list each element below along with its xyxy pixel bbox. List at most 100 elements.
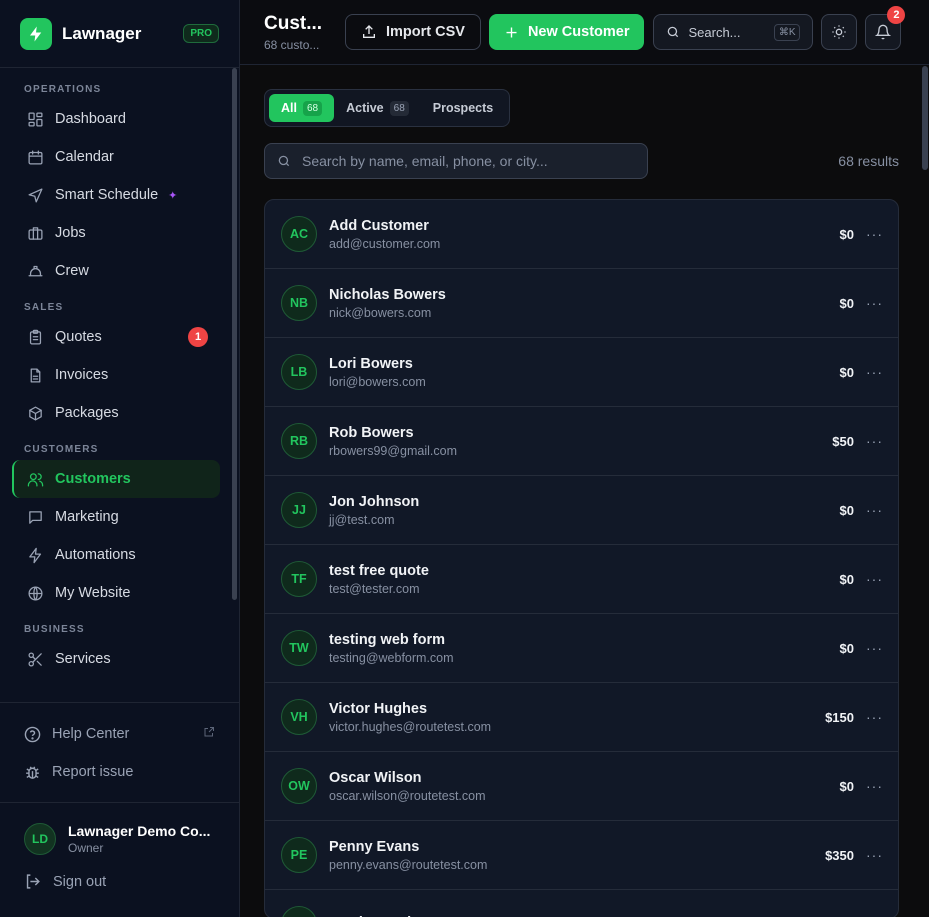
table-row[interactable]: VH Victor Hughes victor.hughes@routetest… xyxy=(265,683,898,752)
more-options-icon[interactable]: ··· xyxy=(866,295,882,311)
sidebar-scrollbar[interactable] xyxy=(232,68,237,600)
section-label: BUSINESS xyxy=(24,624,85,635)
external-link-icon xyxy=(203,726,215,742)
customer-balance: $50 xyxy=(832,433,854,449)
avatar: NB xyxy=(281,285,317,321)
table-row[interactable]: TW testing web form testing@webform.com … xyxy=(265,614,898,683)
report-issue-link[interactable]: Report issue xyxy=(0,753,239,791)
dashboard-icon xyxy=(26,110,44,128)
lightning-logo-icon[interactable] xyxy=(20,17,52,50)
table-row[interactable]: AC Add Customer add@customer.com $0 ··· xyxy=(265,200,898,269)
results-count: 68 results xyxy=(838,153,899,169)
more-options-icon[interactable]: ··· xyxy=(866,226,882,242)
avatar: OW xyxy=(281,768,317,804)
tab-all[interactable]: All 68 xyxy=(269,94,335,122)
customer-balance: $0 xyxy=(839,226,854,242)
new-customer-button[interactable]: New Customer xyxy=(488,14,645,50)
avatar: TW xyxy=(281,630,317,666)
navigation-icon xyxy=(26,186,44,204)
briefcase-icon xyxy=(26,224,44,242)
message-icon xyxy=(26,508,44,526)
table-row[interactable]: TF test free quote test@tester.com $0 ··… xyxy=(265,545,898,614)
global-search-placeholder: Search... xyxy=(688,24,741,40)
customer-email: add@customer.com xyxy=(329,236,441,251)
bell-icon xyxy=(875,24,892,40)
more-options-icon[interactable]: ··· xyxy=(866,571,882,587)
sign-out-button[interactable]: Sign out xyxy=(24,873,215,890)
avatar: VH xyxy=(281,699,317,735)
customer-balance: $0 xyxy=(839,640,854,656)
sun-icon xyxy=(831,24,847,40)
sidebar-item-quotes[interactable]: Quotes 1 xyxy=(0,318,239,356)
report-issue-label: Report issue xyxy=(52,764,134,780)
customers-panel: All 68 Active 68 Prospects Search by name, e… xyxy=(240,65,929,917)
sidebar-item-jobs[interactable]: Jobs xyxy=(0,214,239,252)
customer-name: Penny Evans xyxy=(329,838,420,855)
customer-email: lori@bowers.com xyxy=(329,374,426,389)
page-subtitle: 68 custo... xyxy=(264,37,320,52)
sidebar-item-my-website[interactable]: My Website xyxy=(0,574,239,612)
customer-name: Oscar Wilson xyxy=(329,769,422,786)
more-options-icon[interactable]: ··· xyxy=(866,502,882,518)
avatar: TF xyxy=(281,561,317,597)
page-title: Cust... xyxy=(264,12,323,34)
main-scrollbar[interactable] xyxy=(922,66,928,170)
sign-out-label: Sign out xyxy=(53,873,107,890)
global-search[interactable]: Search... ⌘K xyxy=(653,14,814,50)
sidebar-item-packages[interactable]: Packages xyxy=(0,394,239,432)
search-icon xyxy=(277,154,291,168)
tab-count-badge: 68 xyxy=(389,100,409,116)
sidebar-item-label: Packages xyxy=(55,405,119,421)
sidebar-item-label: Calendar xyxy=(55,149,114,165)
sidebar-item-label: Quotes xyxy=(55,329,102,345)
table-row[interactable]: TM Travis Morris xyxy=(265,890,898,917)
avatar: JJ xyxy=(281,492,317,528)
bug-icon xyxy=(24,763,42,781)
sidebar-item-automations[interactable]: Automations xyxy=(0,536,239,574)
table-row[interactable]: JJ Jon Johnson jj@test.com $0 ··· xyxy=(265,476,898,545)
tab-active[interactable]: Active 68 xyxy=(334,94,421,122)
more-options-icon[interactable]: ··· xyxy=(866,709,882,725)
import-csv-button[interactable]: Import CSV xyxy=(345,14,481,50)
hardhat-icon xyxy=(26,262,44,280)
section-label: OPERATIONS xyxy=(24,84,102,95)
more-options-icon[interactable]: ··· xyxy=(866,847,882,863)
user-block: LD Lawnager Demo Co... Owner Sign out xyxy=(0,802,239,890)
customer-email: nick@bowers.com xyxy=(329,305,432,320)
filter-tabs: All 68 Active 68 Prospects xyxy=(264,89,511,127)
more-options-icon[interactable]: ··· xyxy=(866,640,882,656)
tab-prospects[interactable]: Prospects xyxy=(421,94,505,122)
sidebar-item-calendar[interactable]: Calendar xyxy=(0,138,239,176)
sidebar-item-marketing[interactable]: Marketing xyxy=(0,498,239,536)
more-options-icon[interactable]: ··· xyxy=(866,433,882,449)
sidebar-item-dashboard[interactable]: Dashboard xyxy=(0,100,239,138)
section-label: SALES xyxy=(24,302,64,313)
more-options-icon[interactable]: ··· xyxy=(866,778,882,794)
customer-name: Lori Bowers xyxy=(329,355,413,372)
table-row[interactable]: RB Rob Bowers rbowers99@gmail.com $50 ··… xyxy=(265,407,898,476)
customer-search-input[interactable]: Search by name, email, phone, or city... xyxy=(264,143,648,179)
sidebar-item-label: Jobs xyxy=(55,225,86,241)
customer-email: victor.hughes@routetest.com xyxy=(329,719,492,734)
import-csv-label: Import CSV xyxy=(386,24,465,40)
table-row[interactable]: PE Penny Evans penny.evans@routetest.com… xyxy=(265,821,898,890)
customer-list: AC Add Customer add@customer.com $0 ··· … xyxy=(264,199,899,917)
user-profile[interactable]: LD Lawnager Demo Co... Owner xyxy=(24,823,215,855)
table-row[interactable]: NB Nicholas Bowers nick@bowers.com $0 ··… xyxy=(265,269,898,338)
notifications-button[interactable]: 2 xyxy=(865,6,906,50)
theme-toggle-button[interactable] xyxy=(821,14,858,50)
sidebar-item-customers[interactable]: Customers xyxy=(12,460,220,498)
table-row[interactable]: LB Lori Bowers lori@bowers.com $0 ··· xyxy=(265,338,898,407)
avatar: AC xyxy=(281,216,317,252)
sidebar-item-invoices[interactable]: Invoices xyxy=(0,356,239,394)
sidebar-item-crew[interactable]: Crew xyxy=(0,252,239,290)
help-center-link[interactable]: Help Center xyxy=(0,715,239,753)
sidebar-item-services[interactable]: Services xyxy=(0,640,239,678)
sidebar-item-label: Marketing xyxy=(55,509,119,525)
scissors-icon xyxy=(26,650,44,668)
sidebar-item-smart-schedule[interactable]: Smart Schedule ✦ xyxy=(0,176,239,214)
top-bar: Cust... 68 custo... Import CSV New Custo… xyxy=(240,0,929,65)
more-options-icon[interactable]: ··· xyxy=(866,364,882,380)
customer-balance: $0 xyxy=(839,502,854,518)
table-row[interactable]: OW Oscar Wilson oscar.wilson@routetest.c… xyxy=(265,752,898,821)
